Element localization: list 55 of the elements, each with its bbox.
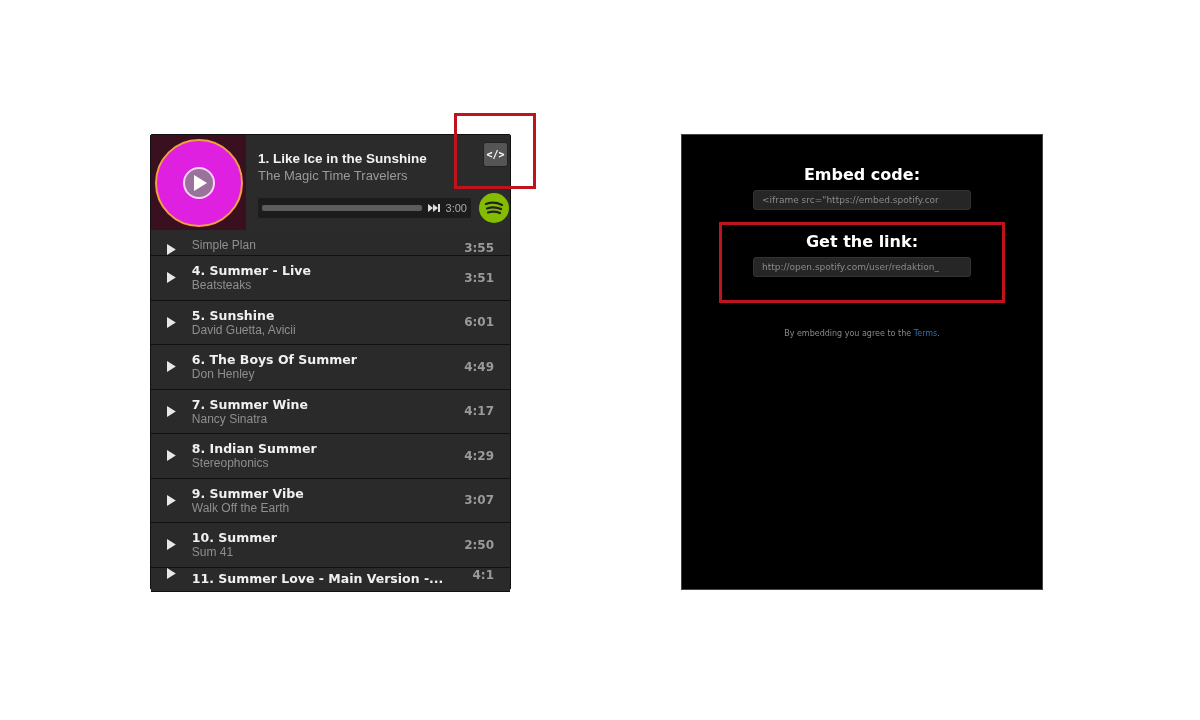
track-duration: 4:29 bbox=[464, 448, 494, 463]
play-icon[interactable] bbox=[167, 316, 176, 328]
spotify-logo-icon[interactable] bbox=[479, 193, 509, 223]
track-row[interactable]: 10. Summer Sum 41 2:50 bbox=[151, 523, 510, 568]
track-title: 9. Summer Vibe bbox=[191, 485, 305, 501]
track-row[interactable]: Simple Plan 3:55 bbox=[151, 230, 510, 256]
track-title: 6. The Boys Of Summer bbox=[191, 352, 358, 368]
track-artist: Don Henley bbox=[191, 367, 256, 382]
skip-forward-icon[interactable] bbox=[427, 204, 440, 212]
track-artist: The Magic Time Travelers bbox=[258, 168, 409, 183]
track-artist: Walk Off the Earth bbox=[191, 500, 291, 515]
track-duration: 3:07 bbox=[464, 493, 494, 508]
link-heading: Get the link: bbox=[805, 232, 919, 251]
track-title: 5. Sunshine bbox=[191, 307, 276, 323]
track-duration: 4:1 bbox=[472, 567, 494, 582]
play-icon[interactable] bbox=[167, 450, 176, 462]
track-duration: 4:17 bbox=[464, 404, 494, 419]
progress-track[interactable] bbox=[262, 205, 422, 211]
play-icon[interactable] bbox=[167, 567, 176, 579]
track-row[interactable]: 4. Summer - Live Beatsteaks 3:51 bbox=[151, 256, 510, 301]
track-artist: Stereophonics bbox=[191, 456, 270, 471]
track-artist: Simple Plan bbox=[191, 238, 257, 252]
track-artist: David Guetta, Avicii bbox=[191, 322, 297, 337]
play-icon[interactable] bbox=[167, 272, 176, 284]
play-icon[interactable] bbox=[167, 361, 176, 373]
track-duration: 3:51 bbox=[464, 270, 494, 285]
track-duration: 4:49 bbox=[464, 359, 494, 374]
terms-note: By embedding you agree to the Terms. bbox=[784, 329, 940, 338]
track-title: 4. Summer - Live bbox=[191, 263, 312, 279]
play-icon[interactable] bbox=[167, 539, 176, 551]
track-title: 10. Summer bbox=[191, 530, 278, 546]
track-title: 8. Indian Summer bbox=[191, 441, 318, 457]
track-artist: Sum 41 bbox=[191, 545, 235, 560]
play-icon[interactable] bbox=[167, 244, 176, 255]
track-row[interactable]: 6. The Boys Of Summer Don Henley 4:49 bbox=[151, 345, 510, 390]
link-field[interactable]: http://open.spotify.com/user/redaktion_ bbox=[753, 257, 971, 277]
play-icon[interactable] bbox=[167, 494, 176, 506]
embed-code-button[interactable]: </> bbox=[483, 142, 508, 167]
track-row[interactable]: 7. Summer Wine Nancy Sinatra 4:17 bbox=[151, 389, 510, 434]
track-row[interactable]: 5. Sunshine David Guetta, Avicii 6:01 bbox=[151, 300, 510, 345]
track-artist: Beatsteaks bbox=[191, 278, 253, 293]
embed-code-field[interactable]: <iframe src="https://embed.spotify.cor bbox=[753, 190, 971, 210]
track-row[interactable]: 9. Summer Vibe Walk Off the Earth 3:07 bbox=[151, 478, 510, 523]
track-duration: 3:55 bbox=[464, 241, 494, 255]
track-duration: 2:50 bbox=[464, 537, 494, 552]
track-time: 3:00 bbox=[445, 202, 467, 214]
play-icon[interactable] bbox=[167, 405, 176, 417]
track-duration: 6:01 bbox=[464, 315, 494, 330]
embed-code-heading: Embed code: bbox=[803, 165, 921, 184]
track-row[interactable]: 11. Summer Love - Main Version -... 4:1 bbox=[151, 567, 510, 592]
track-row[interactable]: 8. Indian Summer Stereophonics 4:29 bbox=[151, 434, 510, 479]
track-artist: Nancy Sinatra bbox=[191, 411, 269, 426]
track-title: 7. Summer Wine bbox=[191, 396, 309, 412]
track-title: 1. Like Ice in the Sunshine bbox=[258, 151, 427, 166]
track-title: 11. Summer Love - Main Version -... bbox=[191, 570, 445, 586]
